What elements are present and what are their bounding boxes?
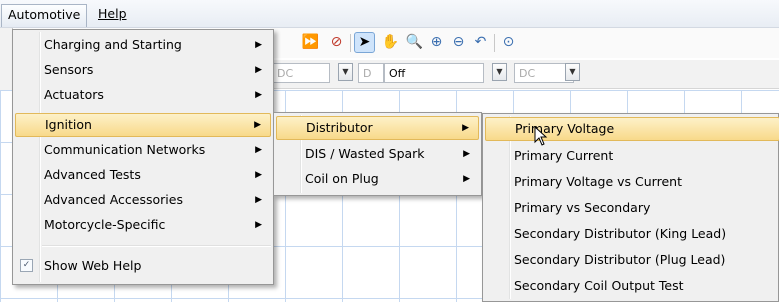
- ignition-submenu: Distributor ▶ DIS / Wasted Spark ▶ Coil on…: [273, 112, 482, 196]
- toolbar-button[interactable]: [274, 32, 295, 53]
- menu-item-coil-on-plug[interactable]: Coil on Plug ▶: [276, 167, 479, 191]
- menu-item-secondary-distributor-king-lead[interactable]: Secondary Distributor (King Lead): [485, 222, 776, 246]
- submenu-arrow-icon: ▶: [463, 174, 470, 184]
- toolbar: ⏩ ⊘ ➤ ✋ 🔍 ⊕ ⊖ ↶ ⊙: [270, 28, 779, 58]
- submenu-arrow-icon: ▶: [255, 195, 262, 205]
- menu-item-primary-voltage-vs-current[interactable]: Primary Voltage vs Current: [485, 170, 776, 194]
- undo-zoom-icon[interactable]: ↶: [470, 32, 491, 53]
- zoom-100-icon[interactable]: ⊙: [498, 32, 519, 53]
- menu-item-secondary-distributor-plug-lead[interactable]: Secondary Distributor (Plug Lead): [485, 248, 776, 272]
- submenu-arrow-icon: ▶: [255, 40, 262, 50]
- menu-item-actuators[interactable]: Actuators ▶: [15, 83, 271, 107]
- menu-item-show-web-help[interactable]: ✓ Show Web Help: [15, 254, 271, 278]
- submenu-arrow-icon: ▶: [255, 145, 262, 155]
- coupling-field[interactable]: DC: [272, 63, 330, 83]
- menu-item-distributor[interactable]: Distributor ▶: [276, 116, 479, 140]
- channel-d-coupling-dropdown[interactable]: ▼: [565, 63, 580, 81]
- menu-separator: [42, 245, 271, 247]
- menu-item-communication-networks[interactable]: Communication Networks ▶: [15, 138, 271, 162]
- menu-item-primary-current[interactable]: Primary Current: [485, 144, 776, 168]
- menu-item-advanced-tests[interactable]: Advanced Tests ▶: [15, 163, 271, 187]
- channel-d-dropdown[interactable]: ▼: [492, 63, 507, 81]
- submenu-arrow-icon: ▶: [255, 90, 262, 100]
- menu-item-primary-vs-secondary[interactable]: Primary vs Secondary: [485, 196, 776, 220]
- menu-item-sensors[interactable]: Sensors ▶: [15, 58, 271, 82]
- zoom-in-icon[interactable]: ⊕: [426, 32, 447, 53]
- menubar: Automotive Help: [0, 0, 779, 28]
- zoom-out-icon[interactable]: ⊖: [448, 32, 469, 53]
- menu-item-primary-voltage[interactable]: Primary Voltage: [485, 117, 779, 141]
- menu-item-ignition[interactable]: Ignition ▶: [15, 113, 271, 137]
- mouse-cursor-icon: [534, 126, 548, 146]
- submenu-arrow-icon: ▶: [255, 220, 262, 230]
- automotive-menu: Charging and Starting ▶ Sensors ▶ Actuator…: [12, 29, 274, 285]
- hand-icon[interactable]: ✋: [380, 32, 401, 53]
- menu-item-secondary-coil-output-test[interactable]: Secondary Coil Output Test: [485, 274, 776, 298]
- menu-item-motorcycle-specific[interactable]: Motorcycle-Specific ▶: [15, 213, 271, 237]
- submenu-arrow-icon: ▶: [463, 149, 470, 159]
- zoom-icon[interactable]: 🔍: [404, 32, 425, 53]
- channel-d-label: D: [358, 63, 384, 83]
- menu-item-dis-wasted-spark[interactable]: DIS / Wasted Spark ▶: [276, 142, 479, 166]
- channel-settings-bar: DC ▼ D Off ▼ DC ▼: [270, 60, 779, 89]
- submenu-arrow-icon: ▶: [462, 123, 469, 133]
- compass-icon[interactable]: ⊘: [326, 32, 347, 53]
- fast-forward-icon[interactable]: ⏩: [300, 32, 321, 53]
- menu-item-advanced-accessories[interactable]: Advanced Accessories ▶: [15, 188, 271, 212]
- submenu-arrow-icon: ▶: [255, 65, 262, 75]
- checkmark-icon: ✓: [20, 259, 33, 272]
- menu-help-label: Help: [98, 6, 127, 21]
- pointer-icon[interactable]: ➤: [354, 32, 375, 53]
- distributor-submenu: Primary Voltage Primary Current Primary …: [482, 113, 779, 302]
- menu-automotive[interactable]: Automotive: [1, 4, 88, 27]
- menu-help[interactable]: Help: [92, 4, 133, 24]
- submenu-arrow-icon: ▶: [255, 170, 262, 180]
- submenu-arrow-icon: ▶: [254, 120, 261, 130]
- menu-item-charging-starting[interactable]: Charging and Starting ▶: [15, 33, 271, 57]
- channel-d-range[interactable]: Off: [384, 63, 484, 83]
- coupling-dropdown[interactable]: ▼: [338, 63, 353, 81]
